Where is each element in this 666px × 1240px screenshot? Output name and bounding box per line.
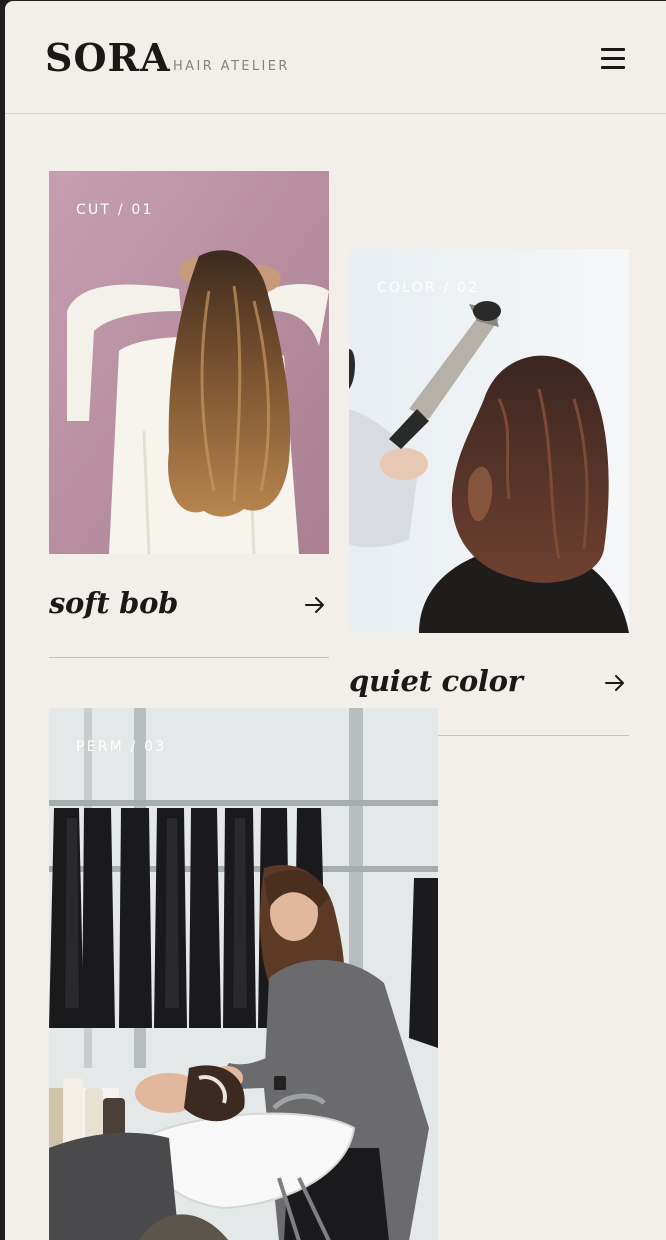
card-cut-tag: CUT / 01 (76, 202, 154, 218)
arrow-right-icon[interactable] (304, 594, 326, 616)
card-perm-image[interactable]: PERM / 03 (49, 708, 438, 1240)
page: SORA HAIR ATELIER CUT / 01 soft bob COLO… (5, 1, 666, 1240)
brand-tagline: HAIR ATELIER (173, 59, 290, 74)
site-header: SORA HAIR ATELIER (5, 1, 666, 114)
brand-logo[interactable]: SORA (45, 33, 171, 83)
card-cut-image[interactable]: CUT / 01 (49, 171, 329, 554)
card-color-tag: COLOR / 02 (377, 280, 480, 296)
card-color-image[interactable]: COLOR / 02 (349, 249, 629, 633)
menu-button[interactable] (597, 44, 629, 72)
salon-hair-wash-photo (49, 708, 438, 1240)
arrow-right-icon[interactable] (604, 672, 626, 694)
card-perm-tag: PERM / 03 (76, 739, 167, 755)
card-color-title[interactable]: quiet color (349, 664, 523, 698)
curling-iron-styling-photo (349, 249, 629, 633)
card-cut-divider (49, 657, 329, 658)
woman-holding-wavy-hair-photo (49, 171, 329, 554)
card-cut-title[interactable]: soft bob (49, 586, 178, 620)
